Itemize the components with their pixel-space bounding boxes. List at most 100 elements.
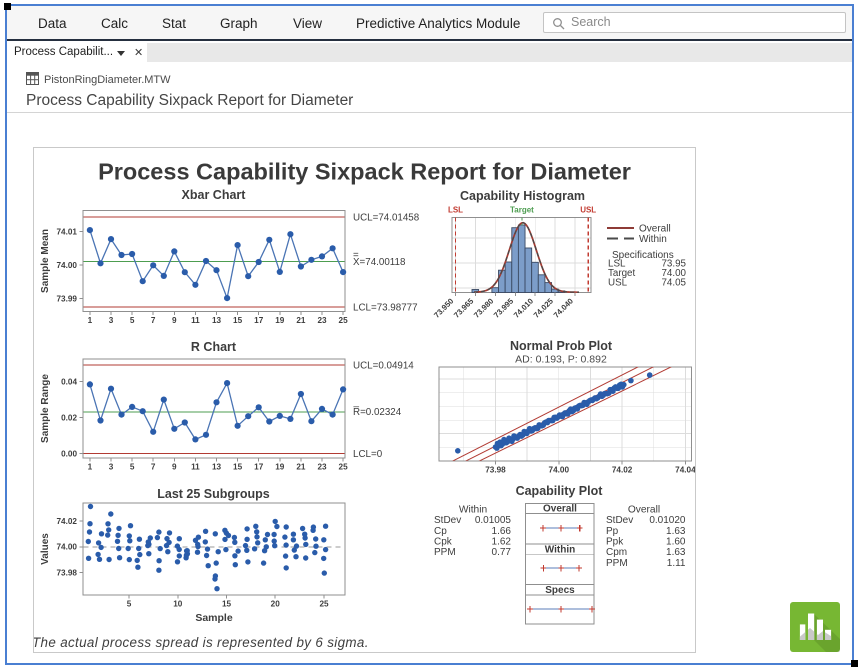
svg-text:25: 25 [339, 316, 349, 325]
svg-text:Cp: Cp [434, 526, 447, 537]
svg-text:73.98: 73.98 [57, 568, 78, 577]
svg-text:3: 3 [109, 316, 114, 325]
svg-text:1: 1 [88, 316, 93, 325]
svg-text:Within: Within [459, 505, 487, 516]
svg-text:0.01020: 0.01020 [649, 515, 686, 526]
svg-text:21: 21 [296, 316, 306, 325]
svg-text:R Chart: R Chart [191, 340, 237, 354]
svg-text:0.04: 0.04 [61, 377, 77, 386]
svg-text:0.02: 0.02 [61, 413, 77, 422]
svg-text:3: 3 [109, 463, 114, 472]
svg-text:StDev: StDev [434, 515, 461, 526]
svg-text:73.950: 73.950 [432, 296, 456, 320]
svg-text:10: 10 [173, 600, 183, 609]
svg-text:74.00: 74.00 [57, 261, 78, 270]
svg-text:1.62: 1.62 [492, 537, 512, 548]
svg-text:15: 15 [233, 316, 243, 325]
svg-text:74.02: 74.02 [57, 517, 78, 526]
svg-text:Overall: Overall [628, 505, 660, 516]
svg-text:0.77: 0.77 [492, 547, 512, 558]
svg-text:USL: USL [608, 278, 628, 289]
svg-text:Specs: Specs [545, 585, 575, 596]
svg-text:0.00: 0.00 [61, 449, 77, 458]
svg-text:20: 20 [271, 600, 281, 609]
svg-text:R̅=0.02324: R̅=0.02324 [353, 407, 402, 418]
svg-text:1.11: 1.11 [667, 558, 686, 569]
svg-text:Normal Prob Plot: Normal Prob Plot [510, 339, 613, 353]
svg-text:9: 9 [172, 463, 177, 472]
svg-text:7: 7 [151, 463, 156, 472]
svg-text:Ppk: Ppk [606, 537, 624, 548]
svg-text:1.60: 1.60 [666, 537, 686, 548]
svg-text:Capability Plot: Capability Plot [516, 484, 604, 498]
svg-text:UCL=0.04914: UCL=0.04914 [353, 361, 414, 372]
svg-text:USL: USL [580, 206, 596, 215]
svg-text:74.02: 74.02 [612, 466, 633, 475]
svg-text:5: 5 [130, 463, 135, 472]
svg-text:74.01: 74.01 [57, 227, 78, 236]
svg-text:LCL=73.98777: LCL=73.98777 [353, 303, 418, 314]
svg-text:Within: Within [545, 545, 575, 556]
svg-text:21: 21 [296, 463, 306, 472]
svg-text:15: 15 [222, 600, 232, 609]
svg-text:Pp: Pp [606, 526, 619, 537]
svg-text:AD: 0.193, P: 0.892: AD: 0.193, P: 0.892 [515, 354, 607, 366]
svg-text:11: 11 [191, 316, 200, 325]
svg-text:5: 5 [127, 600, 132, 609]
svg-text:9: 9 [172, 316, 177, 325]
svg-text:Within: Within [639, 234, 667, 245]
svg-text:13: 13 [212, 463, 222, 472]
svg-text:74.025: 74.025 [532, 296, 556, 320]
svg-text:PPM: PPM [434, 547, 456, 558]
svg-text:73.965: 73.965 [452, 296, 476, 320]
svg-text:Cpk: Cpk [434, 537, 453, 548]
svg-text:19: 19 [275, 463, 285, 472]
svg-text:25: 25 [339, 463, 349, 472]
svg-text:15: 15 [233, 463, 243, 472]
svg-text:17: 17 [254, 463, 264, 472]
svg-text:19: 19 [275, 316, 285, 325]
svg-text:74.04: 74.04 [675, 466, 695, 475]
svg-text:0.01005: 0.01005 [475, 515, 512, 526]
svg-text:StDev: StDev [606, 515, 633, 526]
svg-text:25: 25 [319, 600, 329, 609]
svg-text:Capability Histogram: Capability Histogram [460, 189, 585, 203]
svg-text:13: 13 [212, 316, 222, 325]
svg-text:74.00: 74.00 [57, 543, 78, 552]
svg-text:Values: Values [40, 533, 51, 565]
svg-text:X=74.00118: X=74.00118 [353, 257, 406, 268]
svg-text:Overall: Overall [639, 224, 671, 235]
svg-text:73.995: 73.995 [492, 296, 516, 320]
svg-text:1.63: 1.63 [666, 547, 686, 558]
svg-text:17: 17 [254, 316, 264, 325]
svg-text:Sample: Sample [195, 612, 233, 624]
svg-text:74.010: 74.010 [512, 296, 536, 320]
svg-text:Last 25 Subgroups: Last 25 Subgroups [157, 487, 270, 501]
svg-text:Process Capability Sixpack Rep: Process Capability Sixpack Report for Di… [98, 159, 631, 185]
svg-text:Cpm: Cpm [606, 547, 627, 558]
svg-text:73.98: 73.98 [485, 466, 506, 475]
svg-text:74.05: 74.05 [661, 278, 686, 289]
svg-text:1.63: 1.63 [666, 526, 686, 537]
svg-text:1: 1 [88, 463, 93, 472]
svg-text:73.99: 73.99 [57, 294, 78, 303]
svg-text:11: 11 [191, 463, 200, 472]
svg-text:PPM: PPM [606, 558, 628, 569]
svg-text:7: 7 [151, 316, 156, 325]
svg-text:74.040: 74.040 [552, 296, 576, 320]
svg-text:73.980: 73.980 [472, 296, 496, 320]
svg-text:LCL=0: LCL=0 [353, 449, 383, 460]
svg-text:Xbar Chart: Xbar Chart [182, 188, 247, 202]
svg-text:Overall: Overall [543, 504, 577, 515]
svg-text:The actual process spread is r: The actual process spread is represented… [34, 635, 369, 650]
svg-text:Sample Range: Sample Range [40, 374, 51, 443]
svg-text:1.66: 1.66 [492, 526, 512, 537]
svg-text:74.00: 74.00 [549, 466, 570, 475]
svg-text:23: 23 [317, 316, 327, 325]
svg-text:5: 5 [130, 316, 135, 325]
svg-text:Sample Mean: Sample Mean [40, 229, 51, 293]
svg-text:UCL=74.01458: UCL=74.01458 [353, 213, 420, 224]
svg-text:Target: Target [510, 206, 534, 215]
svg-text:23: 23 [317, 463, 327, 472]
svg-text:LSL: LSL [448, 206, 463, 215]
